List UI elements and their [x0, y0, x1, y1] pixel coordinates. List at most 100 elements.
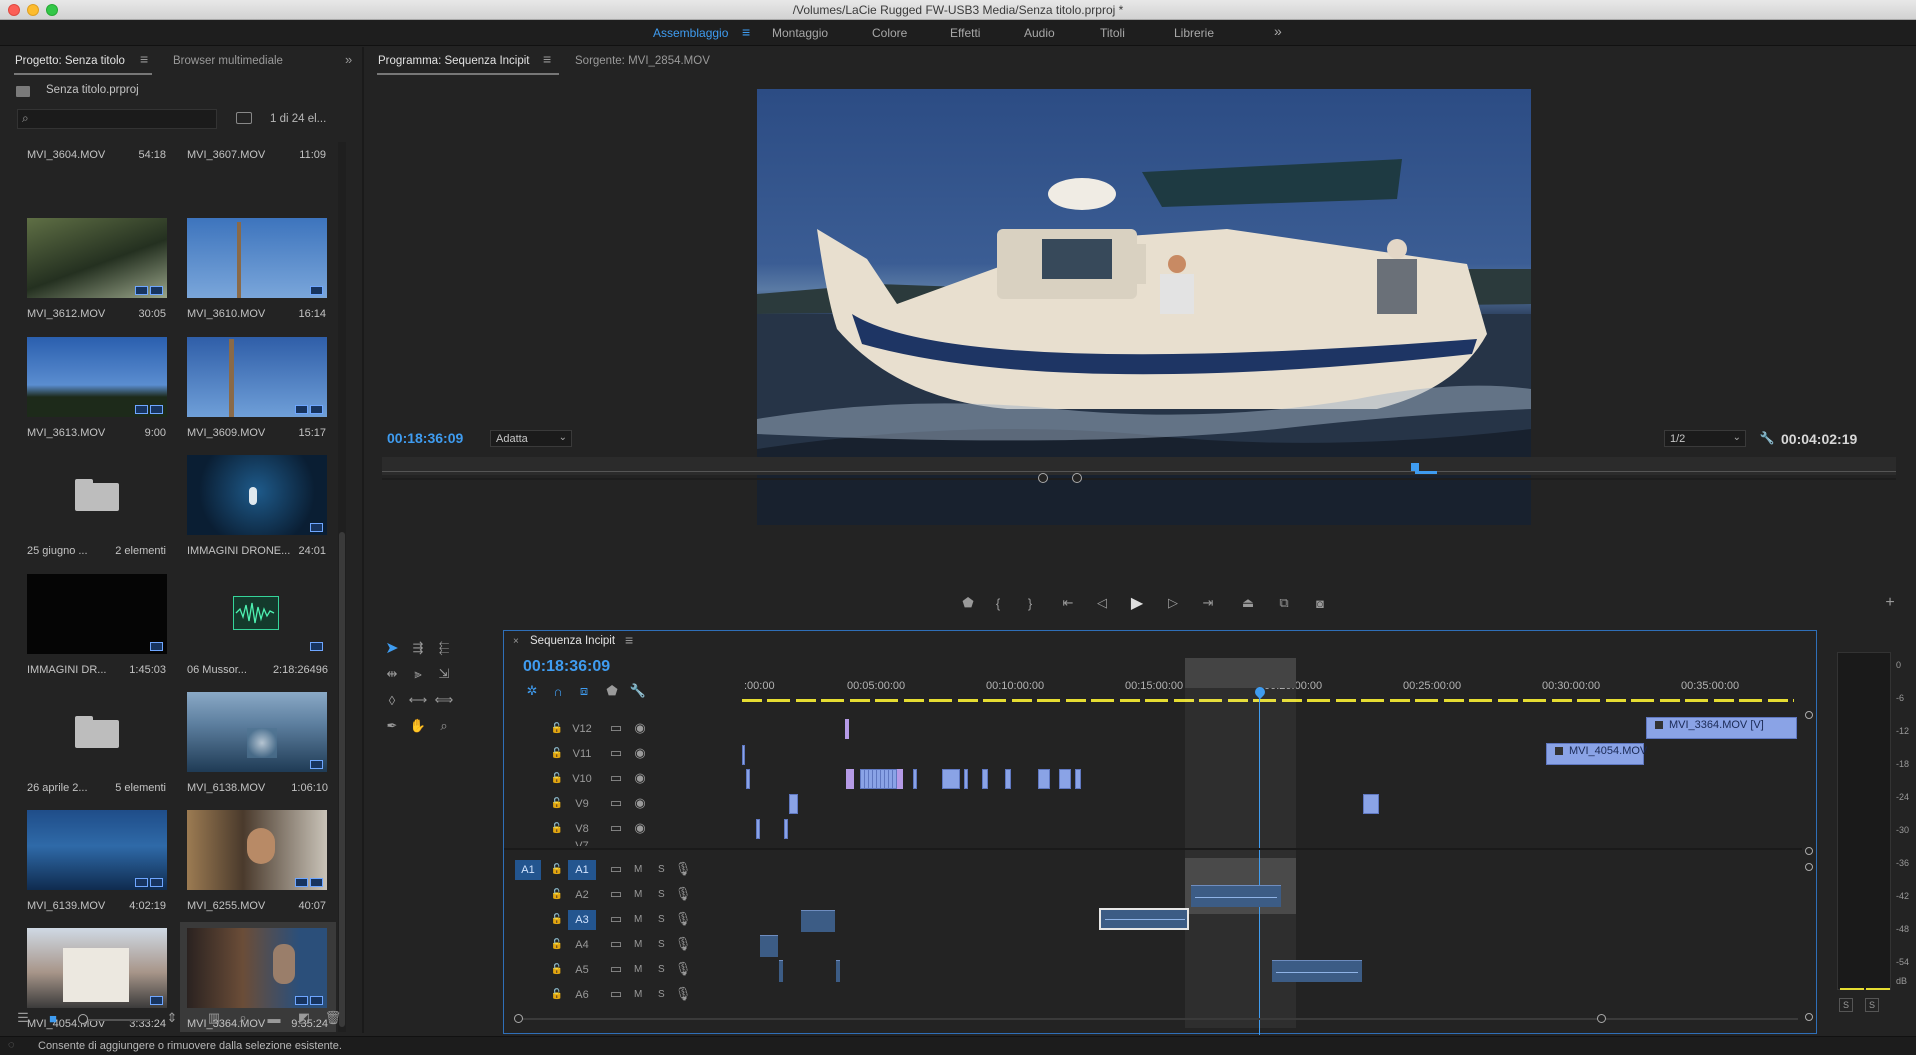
scroll-handle-right[interactable]: [1597, 1014, 1606, 1023]
list-view-icon[interactable]: ☰: [14, 1010, 32, 1025]
lock-icon[interactable]: 🔓: [551, 887, 563, 901]
eye-icon[interactable]: ◉: [633, 795, 647, 810]
lift-icon[interactable]: ⏏: [1236, 591, 1260, 615]
video-clip[interactable]: [784, 819, 788, 839]
video-clip[interactable]: [789, 794, 798, 814]
item-label[interactable]: MVI_3609.MOV: [187, 427, 265, 439]
add-button-icon[interactable]: +: [1878, 591, 1902, 615]
mute-button[interactable]: M: [634, 864, 642, 875]
more-workspaces-icon[interactable]: »: [1274, 23, 1282, 39]
timeline-vertical-scrollbars[interactable]: [1802, 711, 1816, 1031]
track-name[interactable]: A1: [568, 860, 596, 880]
track-name[interactable]: V10: [568, 769, 596, 789]
tab-project[interactable]: Progetto: Senza titolo: [15, 55, 125, 67]
item-label[interactable]: MVI_3612.MOV: [27, 308, 105, 320]
thumbnail[interactable]: [27, 455, 167, 535]
lock-icon[interactable]: 🔓: [551, 796, 563, 810]
video-clip[interactable]: [1038, 769, 1050, 789]
snap-icon[interactable]: ∩: [550, 683, 566, 699]
microphone-icon[interactable]: 🎙: [675, 936, 692, 951]
item-label[interactable]: MVI_6138.MOV: [187, 782, 265, 794]
slide-icon[interactable]: ⟺: [434, 690, 454, 710]
lock-icon[interactable]: 🔓: [551, 962, 563, 976]
thumbnail[interactable]: [187, 218, 327, 298]
video-clip[interactable]: [1363, 794, 1379, 814]
eye-icon[interactable]: ◉: [633, 770, 647, 785]
scroll-handle[interactable]: [1805, 1013, 1813, 1021]
solo-button[interactable]: S: [658, 889, 665, 900]
microphone-icon[interactable]: 🎙: [675, 861, 692, 876]
thumbnail[interactable]: [27, 337, 167, 417]
sync-lock-icon[interactable]: ▭: [609, 745, 623, 760]
track-select-backward-icon[interactable]: ⬱: [434, 638, 454, 658]
thumbnail[interactable]: [187, 337, 327, 417]
audio-tracks-area[interactable]: [742, 858, 1802, 1008]
track-name[interactable]: V7: [568, 840, 596, 846]
lock-icon[interactable]: 🔓: [551, 746, 563, 760]
audio-clip[interactable]: [760, 935, 778, 957]
scroll-handle-left[interactable]: [514, 1014, 523, 1023]
ripple-edit-icon[interactable]: ⇹: [382, 664, 402, 684]
mark-out-icon[interactable]: }: [1018, 591, 1042, 615]
program-panel-menu-icon[interactable]: ≡: [543, 51, 551, 67]
go-to-out-icon[interactable]: ⇥: [1196, 591, 1220, 615]
item-label[interactable]: MVI_3610.MOV: [187, 308, 265, 320]
workspace-titoli[interactable]: Titoli: [1100, 26, 1125, 40]
mute-button[interactable]: M: [634, 939, 642, 950]
zoom-handle-right[interactable]: [1072, 473, 1082, 483]
pen-icon[interactable]: ✒: [382, 716, 402, 736]
go-to-in-icon[interactable]: ⇤: [1056, 591, 1080, 615]
solo-button[interactable]: S: [658, 939, 665, 950]
solo-left-button[interactable]: S: [1839, 998, 1853, 1012]
sync-lock-icon[interactable]: ▭: [609, 986, 623, 1001]
workspace-assemblaggio[interactable]: Assemblaggio: [653, 26, 728, 40]
audio-clip[interactable]: [801, 910, 835, 932]
thumbnail[interactable]: [187, 455, 327, 535]
timeline-panel-menu-icon[interactable]: ≡: [625, 632, 633, 648]
sync-lock-icon[interactable]: ▭: [609, 795, 623, 810]
thumbnail[interactable]: [187, 928, 327, 1008]
sort-icon[interactable]: ⇕: [165, 1010, 179, 1026]
sync-lock-icon[interactable]: ▭: [609, 861, 623, 876]
more-tabs-icon[interactable]: »: [345, 52, 352, 67]
track-name[interactable]: V9: [568, 794, 596, 814]
resolution-dropdown[interactable]: 1/2 ⌄: [1664, 430, 1746, 447]
nest-toggle-icon[interactable]: ✲: [524, 683, 540, 699]
track-name[interactable]: V11: [568, 744, 596, 764]
mute-button[interactable]: M: [634, 914, 642, 925]
track-name[interactable]: A4: [568, 935, 596, 955]
fit-dropdown[interactable]: Adatta ⌄: [490, 430, 572, 447]
workspace-montaggio[interactable]: Montaggio: [772, 26, 828, 40]
solo-button[interactable]: S: [658, 914, 665, 925]
track-name[interactable]: A3: [568, 910, 596, 930]
video-clip[interactable]: MVI_3364.MOV [V]: [1646, 717, 1797, 739]
lock-icon[interactable]: 🔓: [551, 912, 563, 926]
marker-icon[interactable]: ⬟: [956, 591, 980, 615]
va-divider[interactable]: [504, 848, 1802, 850]
microphone-icon[interactable]: 🎙: [675, 911, 692, 926]
workspace-menu-icon[interactable]: ≡: [742, 24, 750, 40]
solo-right-button[interactable]: S: [1865, 998, 1879, 1012]
video-clip[interactable]: [860, 769, 898, 789]
lock-icon[interactable]: 🔓: [551, 821, 563, 835]
thumbnail[interactable]: [27, 218, 167, 298]
solo-button[interactable]: S: [658, 964, 665, 975]
thumbnail[interactable]: [27, 810, 167, 890]
program-scrubber[interactable]: [382, 457, 1896, 475]
track-name[interactable]: V8: [568, 819, 596, 839]
new-item-icon[interactable]: ◩: [297, 1010, 311, 1026]
video-clip[interactable]: [1005, 769, 1011, 789]
sync-lock-icon[interactable]: ▭: [609, 961, 623, 976]
eye-icon[interactable]: ◉: [633, 720, 647, 735]
audio-clip[interactable]: [836, 960, 840, 982]
rate-stretch-icon[interactable]: ⇲: [434, 664, 454, 684]
icon-view-icon[interactable]: ■: [46, 1011, 60, 1026]
find-icon[interactable]: ⌕: [236, 1010, 250, 1026]
lock-icon[interactable]: 🔓: [551, 721, 563, 735]
workspace-colore[interactable]: Colore: [872, 26, 907, 40]
microphone-icon[interactable]: 🎙: [675, 886, 692, 901]
video-clip[interactable]: [746, 769, 750, 789]
mark-in-icon[interactable]: {: [986, 591, 1010, 615]
rolling-edit-icon[interactable]: ⫸: [408, 664, 428, 684]
thumbnail[interactable]: [187, 810, 327, 890]
